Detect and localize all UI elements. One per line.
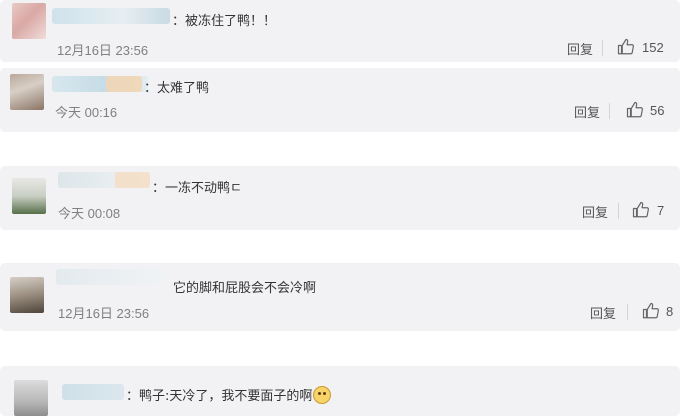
comment-card: 它的脚和屁股会不会冷啊 12月16日 23:56 回复 8 — [0, 263, 680, 331]
comment-time: 12月16日 23:56 — [58, 306, 150, 321]
divider — [609, 103, 610, 119]
divider — [627, 304, 628, 320]
comment-card: ：鸭子:天冷了，我不要面子的啊 — [0, 366, 680, 416]
doge-emoji-icon — [313, 386, 332, 404]
comment-time: 今天 00:08 — [58, 206, 121, 221]
like-count: 8 — [666, 304, 674, 319]
avatar[interactable] — [12, 3, 46, 39]
comment-card: ：一冻不动鸭ㄷ 今天 00:08 回复 7 — [0, 166, 680, 230]
reply-button[interactable]: 回复 — [582, 202, 608, 221]
username-blurred[interactable] — [115, 172, 150, 188]
reply-button[interactable]: 回复 — [590, 303, 616, 322]
avatar[interactable] — [10, 74, 44, 110]
comment-text: 它的脚和屁股会不会冷啊 — [173, 281, 317, 296]
comment-text: ：太难了鸭 — [144, 81, 210, 96]
comment-card: ：太难了鸭 今天 00:16 回复 56 — [0, 68, 680, 132]
thumbs-up-icon[interactable] — [626, 101, 644, 119]
username-blurred[interactable] — [62, 384, 124, 400]
comment-text-body: ：鸭子:天冷了，我不要面子的啊 — [126, 389, 313, 404]
comment-card: ：被冻住了鸭！！ 12月16日 23:56 回复 152 — [0, 0, 680, 62]
divider — [618, 203, 619, 219]
reply-button[interactable]: 回复 — [567, 39, 593, 58]
reply-button[interactable]: 回复 — [574, 102, 600, 121]
comment-time: 今天 00:16 — [55, 105, 118, 120]
avatar[interactable] — [10, 277, 44, 313]
avatar[interactable] — [12, 178, 46, 214]
comment-time: 12月16日 23:56 — [57, 43, 149, 58]
comment-text: ：一冻不动鸭ㄷ — [152, 181, 242, 196]
username-blurred[interactable] — [56, 269, 164, 285]
comment-text: ：鸭子:天冷了，我不要面子的啊 — [126, 385, 332, 404]
like-count: 7 — [657, 203, 665, 218]
thumbs-up-icon[interactable] — [642, 302, 660, 320]
thumbs-up-icon[interactable] — [617, 38, 635, 56]
thumbs-up-icon[interactable] — [632, 201, 650, 219]
username-blurred[interactable] — [106, 76, 142, 92]
like-count: 152 — [642, 40, 664, 55]
username-blurred[interactable] — [52, 8, 170, 24]
divider — [602, 40, 603, 56]
comment-text: ：被冻住了鸭！！ — [172, 14, 277, 29]
like-count: 56 — [650, 103, 665, 118]
